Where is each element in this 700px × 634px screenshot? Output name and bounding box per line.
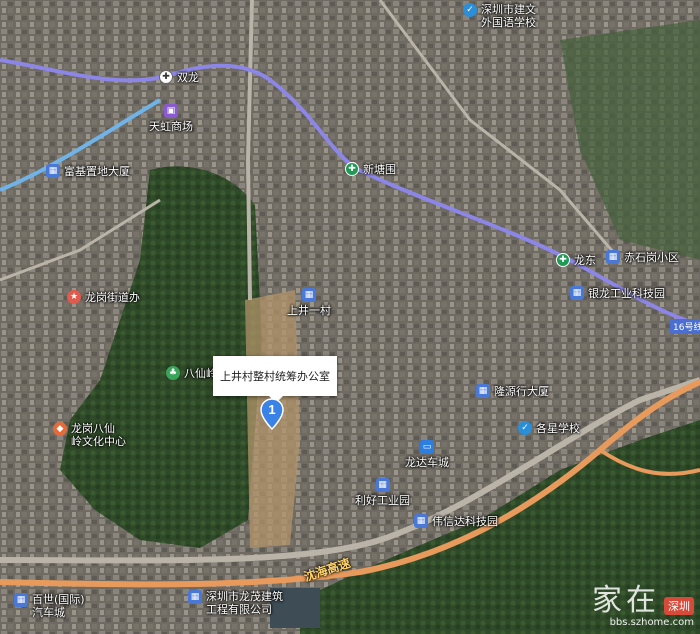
poi-label: 岭文化中心 <box>71 435 126 448</box>
poi-label: 富基置地大厦 <box>64 164 130 178</box>
satellite-basemap <box>0 0 700 634</box>
building-icon: ▦ <box>476 384 490 398</box>
school-icon: ✓ <box>518 421 532 435</box>
poi-label: 上井一村 <box>287 304 331 317</box>
watermark-brand: 家在 <box>592 583 660 618</box>
poi-chishigang[interactable]: ▦ 赤石岗小区 <box>606 250 679 264</box>
poi-longda[interactable]: ▭ 龙达车城 <box>405 440 449 469</box>
building-icon: ▦ <box>302 288 316 302</box>
poi-longmao[interactable]: ▦ 深圳市龙茂建筑 工程有限公司 <box>188 590 283 616</box>
culture-icon: ◆ <box>53 422 67 436</box>
poi-label: 龙东 <box>574 253 596 267</box>
poi-weixinda[interactable]: ▦ 伟信达科技园 <box>414 514 498 528</box>
poi-label: 深圳市龙茂建筑 <box>206 590 283 603</box>
poi-fuji[interactable]: ▦ 富基置地大厦 <box>46 164 130 178</box>
metro-icon: ✚ <box>159 70 173 84</box>
government-icon: ★ <box>67 290 81 304</box>
poi-longgang-jiedao[interactable]: ★ 龙岗街道办 <box>67 290 140 304</box>
poi-tianhong[interactable]: ▣ 天虹商场 <box>149 104 193 133</box>
poi-label: 天虹商场 <box>149 120 193 133</box>
metro-icon: ✚ <box>556 253 570 267</box>
poi-label: 龙达车城 <box>405 456 449 469</box>
building-icon: ▦ <box>375 478 390 492</box>
poi-label: 工程有限公司 <box>206 603 272 616</box>
school-icon: ✓ <box>463 3 477 17</box>
poi-label: 银龙工业科技园 <box>588 286 665 300</box>
poi-xintangwei[interactable]: ✚ 新塘围 <box>345 162 396 176</box>
building-icon: ▦ <box>14 593 28 607</box>
metro-icon: ✚ <box>345 162 359 176</box>
callout-text: 上井村整村统筹办公室 <box>220 370 330 383</box>
poi-longdong[interactable]: ✚ 龙东 <box>556 253 596 267</box>
poi-baishi[interactable]: ▦ 百世(国际) 汽车城 <box>14 593 85 619</box>
poi-label: 百世(国际) <box>32 593 85 606</box>
watermark-url: bbs.szhome.com <box>609 617 694 628</box>
building-icon: ▦ <box>414 514 428 528</box>
poi-label: 各星学校 <box>536 421 580 435</box>
poi-shenzhen-jianwen[interactable]: ✓ 深圳市建文 外国语学校 <box>463 3 536 29</box>
pin-number: 1 <box>268 402 276 417</box>
watermark-tag: 深圳 <box>664 596 694 615</box>
watermark: 家在 深圳 bbs.szhome.com <box>592 585 694 628</box>
poi-longyuan[interactable]: ▦ 隆源行大厦 <box>476 384 549 398</box>
satellite-map[interactable]: ✓ 深圳市建文 外国语学校 ✚ 双龙 ▣ 天虹商场 ▦ 富基置地大厦 ✚ 新塘围 … <box>0 0 700 634</box>
poi-label: 利好工业园 <box>355 494 410 507</box>
poi-label: 新塘围 <box>363 162 396 176</box>
poi-label: 汽车城 <box>32 606 65 619</box>
poi-baxian-culture[interactable]: ◆ 龙岗八仙 岭文化中心 <box>53 422 126 448</box>
shopping-icon: ▣ <box>164 104 178 118</box>
poi-label: 龙岗街道办 <box>85 290 140 304</box>
metro-line-badge: 16号线( <box>670 319 700 334</box>
poi-label: 外国语学校 <box>481 16 536 29</box>
poi-label: 深圳市建文 <box>481 3 536 16</box>
poi-label: 龙岗八仙 <box>71 422 115 435</box>
poi-yinlong[interactable]: ▦ 银龙工业科技园 <box>570 286 665 300</box>
poi-shuanglong[interactable]: ✚ 双龙 <box>159 70 199 84</box>
poi-label: 隆源行大厦 <box>494 384 549 398</box>
poi-baxianling[interactable]: ♣ 八仙岭 <box>166 366 217 380</box>
location-callout[interactable]: 上井村整村统筹办公室 <box>213 356 337 403</box>
building-icon: ▦ <box>46 164 60 178</box>
poi-label: 伟信达科技园 <box>432 514 498 528</box>
bus-station-icon: ▭ <box>420 440 434 454</box>
poi-lihao[interactable]: ▦ 利好工业园 <box>355 478 410 507</box>
poi-gexing[interactable]: ✓ 各星学校 <box>518 421 580 435</box>
poi-label: 赤石岗小区 <box>624 250 679 264</box>
building-icon: ▦ <box>606 250 620 264</box>
poi-shangjing[interactable]: ▦ 上井一村 <box>287 288 331 317</box>
park-icon: ♣ <box>166 366 180 380</box>
building-icon: ▦ <box>570 286 584 300</box>
building-icon: ▦ <box>188 590 202 604</box>
poi-label: 双龙 <box>177 70 199 84</box>
location-pin[interactable]: 1 <box>260 398 284 431</box>
